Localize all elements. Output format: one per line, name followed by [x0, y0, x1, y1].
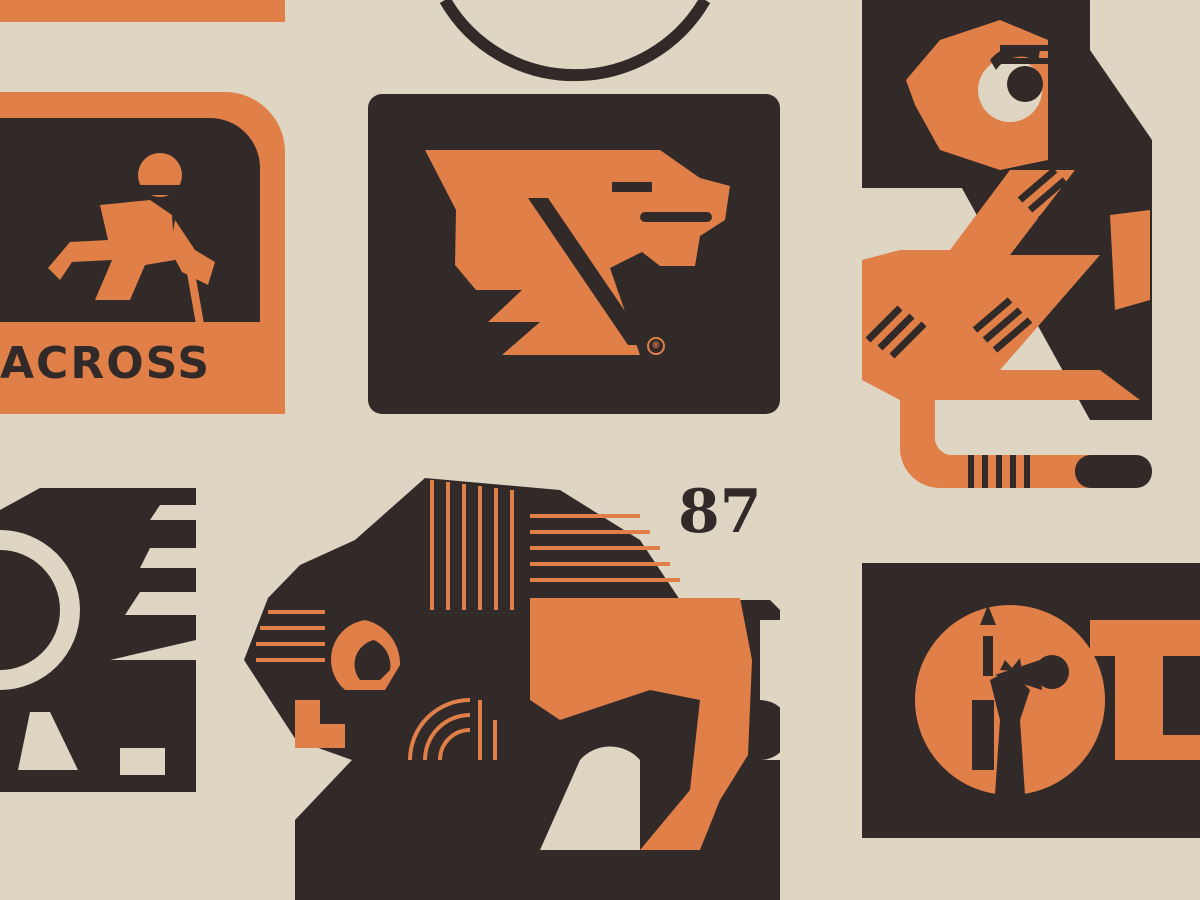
logo-collection: ACROSS ® 87	[0, 0, 1200, 900]
griffin-badge	[0, 488, 196, 792]
bison-number: 87	[678, 477, 762, 547]
dragon-badge	[368, 94, 780, 414]
registered-mark: ®	[647, 337, 665, 355]
winged-creature-icon	[0, 488, 196, 792]
across-wordmark: ACROSS	[0, 338, 212, 389]
lion-badge	[862, 0, 1152, 489]
dark-dot	[1035, 655, 1069, 689]
top-left-strip	[0, 0, 285, 22]
ny-badge	[862, 563, 1200, 838]
top-circle-fragment	[439, 0, 711, 82]
